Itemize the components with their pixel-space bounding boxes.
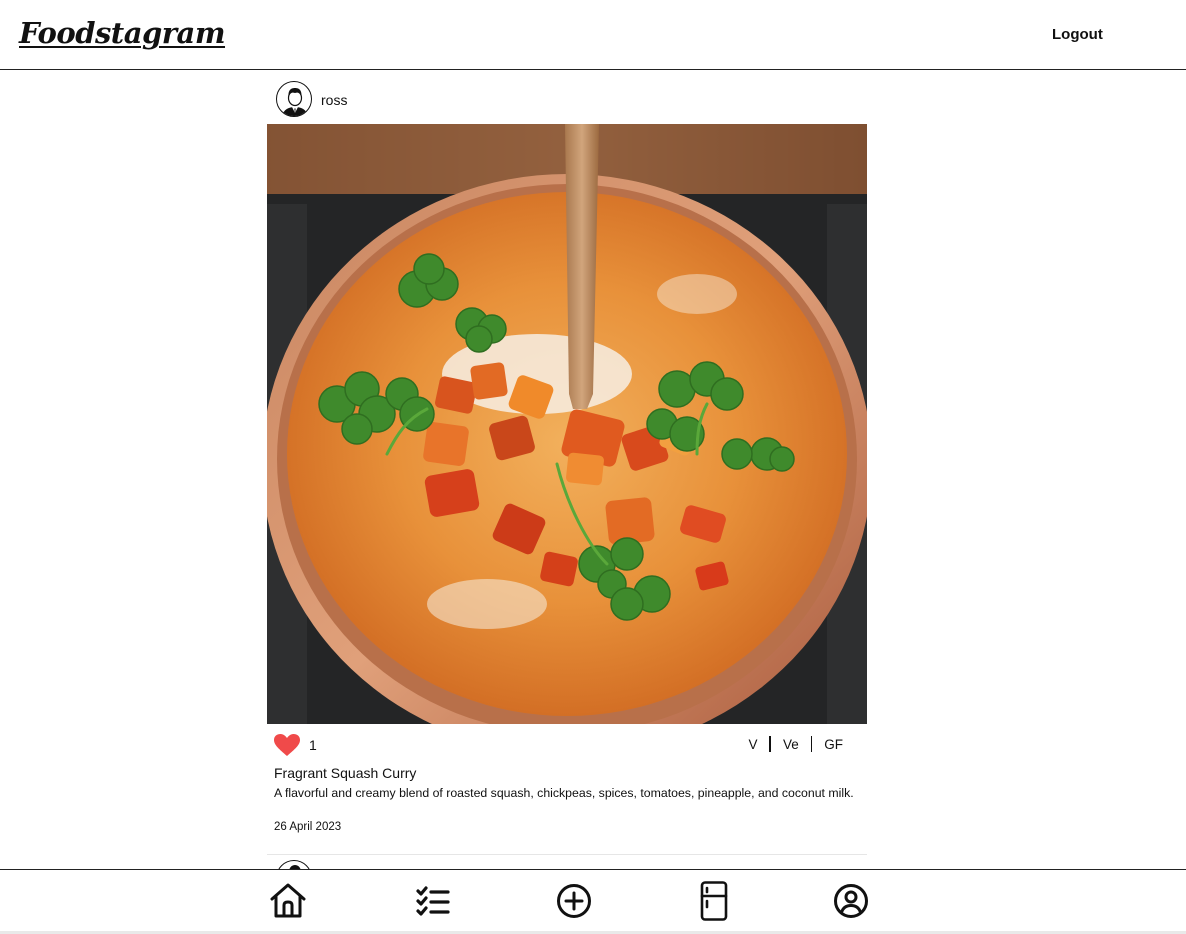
post-image[interactable] [267, 124, 867, 724]
post-actions: 1 V Ve GF [267, 724, 867, 764]
post-description: A flavorful and creamy blend of roasted … [274, 786, 854, 800]
checklist-icon[interactable] [412, 880, 454, 922]
post-date: 26 April 2023 [274, 821, 342, 833]
feed[interactable]: ross 1 V Ve GF Fragrant Squash Curry A f… [267, 70, 867, 870]
tag-gluten-free: GF [824, 736, 843, 752]
fridge-icon[interactable] [693, 880, 735, 922]
user-avatar[interactable] [276, 81, 312, 117]
logout-button[interactable]: Logout [1052, 26, 1103, 43]
top-bar: Foodstagram Logout [0, 0, 1186, 70]
tag-vegan: Ve [782, 736, 799, 752]
add-circle-icon[interactable] [553, 880, 595, 922]
profile-icon[interactable] [830, 880, 872, 922]
like-count: 1 [309, 737, 317, 753]
app-logo[interactable]: Foodstagram [19, 16, 226, 50]
bottom-nav [0, 869, 1186, 931]
post-title: Fragrant Squash Curry [274, 765, 417, 781]
diet-tags: V Ve GF [736, 736, 843, 752]
tag-vegetarian: V [748, 736, 758, 752]
post-divider [267, 854, 867, 855]
home-icon[interactable] [267, 880, 309, 922]
like-heart-icon[interactable] [273, 733, 301, 757]
post-header: ross [267, 70, 867, 124]
post-username[interactable]: ross [321, 92, 347, 108]
